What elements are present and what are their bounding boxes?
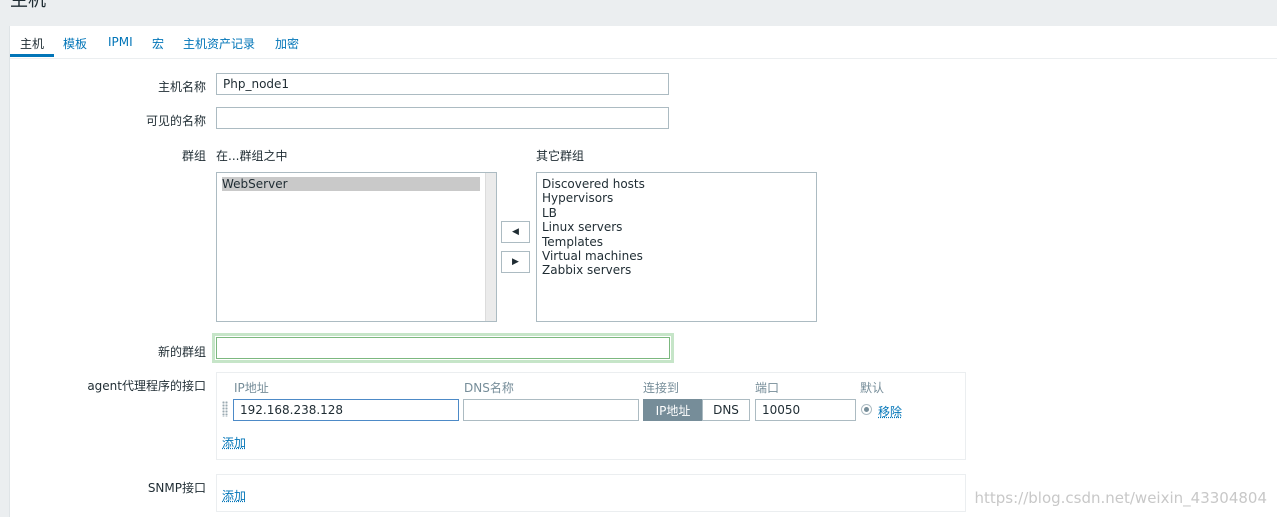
list-item[interactable]: Hypervisors [542, 191, 613, 205]
page-title: 主机 [10, 0, 46, 11]
ip-column-header: IP地址 [234, 381, 269, 395]
agent-interfaces-box: IP地址 DNS名称 连接到 端口 默认 IP地址 DNS 移除 添加 [216, 372, 966, 460]
tab-bar: 主机 模板 IPMI 宏 主机资产记录 加密 [10, 26, 1277, 59]
tab-encryption[interactable]: 加密 [275, 35, 299, 52]
groups-label: 群组 [181, 149, 206, 163]
visible-name-label: 可见的名称 [145, 114, 206, 128]
other-groups-listbox[interactable]: Discovered hosts Hypervisors LB Linux se… [536, 172, 817, 322]
list-item[interactable]: Virtual machines [542, 249, 643, 263]
host-name-input[interactable] [216, 73, 669, 95]
scrollbar[interactable] [485, 173, 496, 321]
connect-column-header: 连接到 [643, 381, 680, 395]
host-name-label: 主机名称 [157, 80, 206, 94]
in-groups-label: 在...群组之中 [216, 149, 288, 163]
move-left-button[interactable]: ◀ [501, 221, 530, 243]
tab-macros[interactable]: 宏 [152, 35, 164, 52]
list-item[interactable]: Zabbix servers [542, 263, 631, 277]
host-form-card: 主机 模板 IPMI 宏 主机资产记录 加密 主机名称 可见的名称 群组 在..… [9, 26, 1277, 517]
list-item[interactable]: LB [542, 206, 557, 220]
remove-interface-link[interactable]: 移除 [878, 403, 902, 420]
tab-inventory[interactable]: 主机资产记录 [183, 35, 255, 52]
tab-templates[interactable]: 模板 [63, 35, 87, 52]
agent-interfaces-label: agent代理程序的接口 [87, 379, 206, 393]
watermark: https://blog.csdn.net/weixin_43304804 [974, 489, 1267, 507]
add-snmp-interface-link[interactable]: 添加 [222, 487, 246, 504]
in-groups-listbox[interactable]: WebServer [216, 172, 497, 322]
connect-ip-toggle[interactable]: IP地址 [643, 399, 703, 421]
default-column-header: 默认 [860, 381, 885, 395]
active-tab-indicator [10, 54, 54, 57]
list-item[interactable]: Templates [542, 235, 603, 249]
new-group-focus-ring [212, 333, 674, 363]
add-agent-interface-link[interactable]: 添加 [222, 434, 246, 451]
list-item[interactable]: Discovered hosts [542, 177, 645, 191]
list-item[interactable]: WebServer [222, 177, 480, 191]
page-header: 主机 [0, 0, 1277, 26]
port-input[interactable] [755, 399, 856, 421]
port-column-header: 端口 [755, 381, 780, 395]
new-group-input[interactable] [216, 337, 670, 359]
visible-name-input[interactable] [216, 107, 669, 129]
connect-dns-toggle[interactable]: DNS [702, 399, 750, 421]
list-item[interactable]: Linux servers [542, 220, 622, 234]
move-right-button[interactable]: ▶ [501, 251, 530, 273]
tab-ipmi[interactable]: IPMI [108, 35, 133, 49]
dns-name-input[interactable] [463, 399, 639, 421]
ip-address-input[interactable] [233, 399, 459, 421]
triangle-left-icon: ◀ [512, 227, 519, 237]
dns-column-header: DNS名称 [464, 381, 514, 395]
default-radio[interactable] [861, 404, 872, 415]
tab-host[interactable]: 主机 [20, 35, 44, 52]
triangle-right-icon: ▶ [512, 257, 519, 267]
snmp-interfaces-label: SNMP接口 [147, 481, 206, 495]
other-groups-label: 其它群组 [536, 149, 585, 163]
drag-handle-icon[interactable] [222, 401, 228, 417]
new-group-label: 新的群组 [157, 345, 206, 359]
snmp-interfaces-box: 添加 [216, 474, 966, 512]
